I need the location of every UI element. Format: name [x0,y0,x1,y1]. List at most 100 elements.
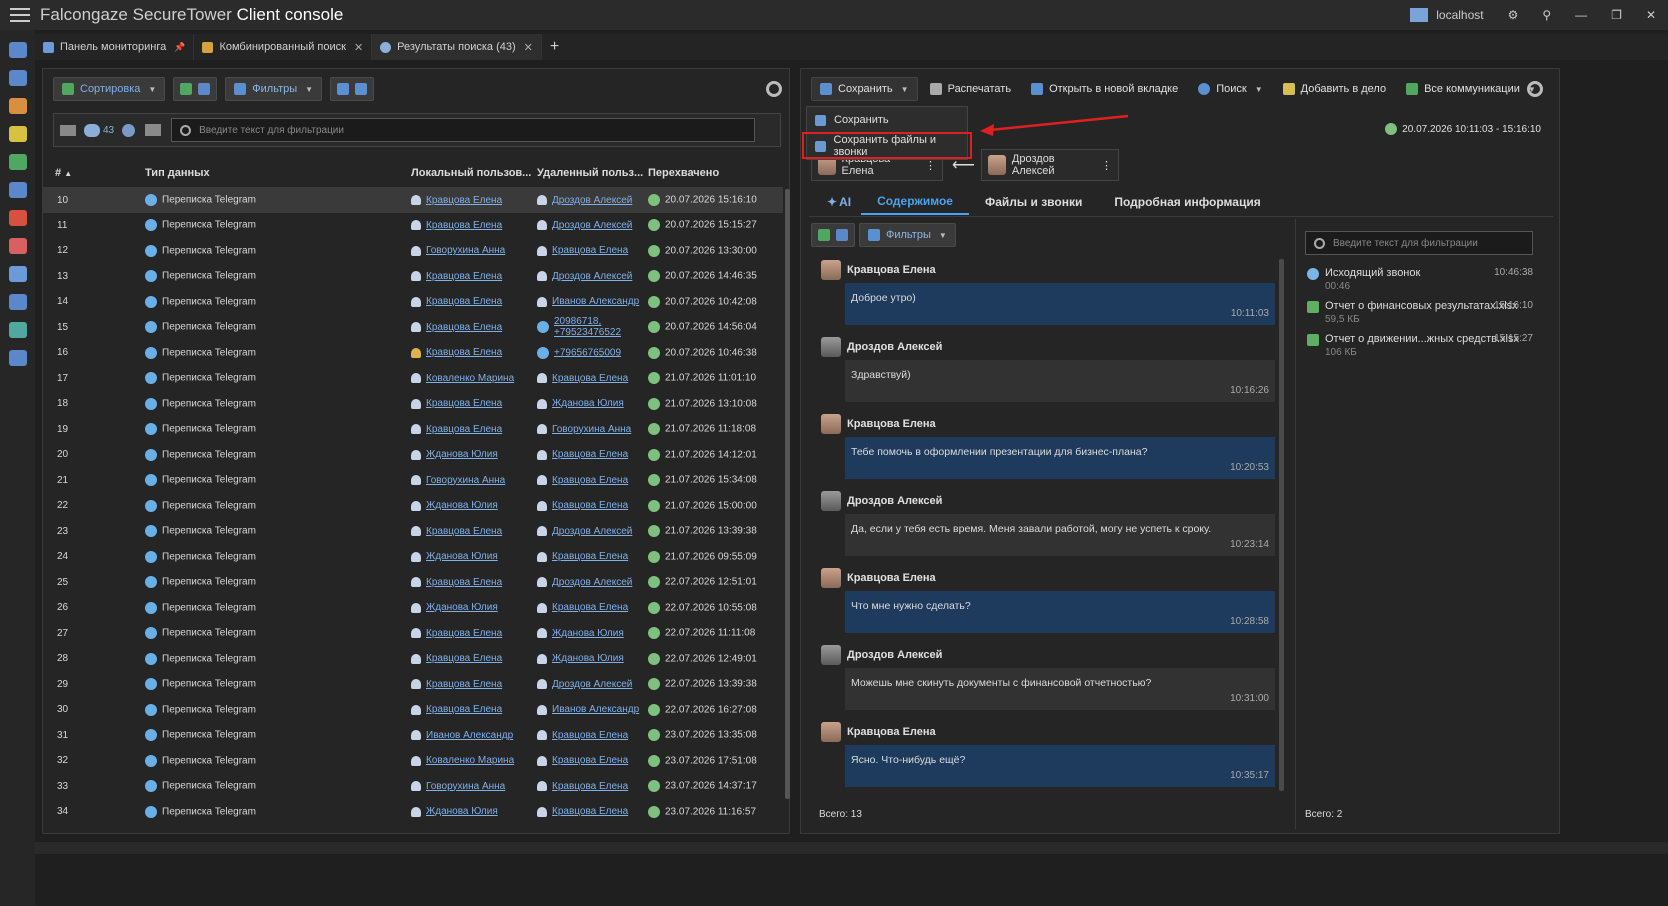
table-row[interactable]: 18 Переписка Telegram Кравцова Елена Жданов… [43,391,783,417]
local-user-link[interactable]: Говорухина Анна [426,781,505,792]
pin-icon[interactable]: ⚲ [1530,8,1563,22]
table-row[interactable]: 23 Переписка Telegram Кравцова Елена Дроздо… [43,519,783,545]
col-data-type[interactable]: Тип данных [145,159,411,188]
local-user-link[interactable]: Жданова Юлия [426,551,498,562]
nav-graph-icon[interactable] [8,294,27,310]
local-user-link[interactable]: Жданова Юлия [426,806,498,817]
table-row[interactable]: 15 Переписка Telegram Кравцова Елена 209867… [43,315,783,341]
email-icon[interactable] [60,124,76,136]
table-row[interactable]: 28 Переписка Telegram Кравцова Елена Жданов… [43,646,783,672]
local-user-link[interactable]: Говорухина Анна [426,475,505,486]
tab-details[interactable]: Подробная информация [1098,189,1276,215]
table-row[interactable]: 34 Переписка Telegram Жданова Юлия Кравцова… [43,799,783,825]
table-row[interactable]: 19 Переписка Telegram Кравцова Елена Говору… [43,417,783,443]
local-user-link[interactable]: Жданова Юлия [426,500,498,511]
remote-user-link[interactable]: Кравцова Елена [552,602,628,613]
table-row[interactable]: 24 Переписка Telegram Жданова Юлия Кравцова… [43,544,783,570]
table-row[interactable]: 31 Переписка Telegram Иванов Александр Крав… [43,723,783,749]
table-row[interactable]: 27 Переписка Telegram Кравцова Елена Жданов… [43,621,783,647]
table-row[interactable]: 33 Переписка Telegram Говорухина Анна Кравц… [43,774,783,800]
card-view-icon[interactable] [355,83,368,95]
gear-icon[interactable] [1527,81,1543,97]
chat-icon[interactable] [84,123,100,137]
filters-button[interactable]: Фильтры ▼ [225,77,323,101]
col-remote-user[interactable]: Удаленный польз... [537,159,648,188]
message-bubble[interactable]: Да, если у тебя есть время. Меня завали … [845,514,1275,556]
remote-user-link[interactable]: Дроздов Алексей [552,577,632,588]
devices-icon[interactable] [145,124,162,136]
table-row[interactable]: 25 Переписка Telegram Кравцова Елена Дроздо… [43,570,783,596]
menu-icon[interactable] [0,0,40,30]
local-user-link[interactable]: Кравцова Елена [426,195,502,206]
tab-files-calls[interactable]: Файлы и звонки [969,189,1098,215]
results-scrollbar[interactable] [785,189,790,799]
nav-screen-icon[interactable] [8,350,27,366]
content-filters-button[interactable]: Фильтры ▼ [859,223,956,247]
remote-user-link[interactable]: Кравцова Елена [552,500,628,511]
col-number[interactable]: # ▲ [43,159,145,188]
local-user-link[interactable]: Кравцова Елена [426,704,502,715]
table-row[interactable]: 13 Переписка Telegram Кравцова Елена Дроздо… [43,264,783,290]
tab-dashboard[interactable]: Панель мониторинга 📌 [35,34,195,60]
tab-content[interactable]: Содержимое [861,189,969,215]
remote-user-link[interactable]: Жданова Юлия [552,628,624,639]
sort-asc-icon[interactable] [818,229,830,241]
search-dropdown-button[interactable]: Поиск ▼ [1190,77,1270,101]
remote-user-link[interactable]: Говорухина Анна [552,424,631,435]
all-communications-button[interactable]: Все коммуникации ▼ [1398,77,1544,101]
tab-combined-search[interactable]: Комбинированный поиск ✕ [194,34,373,60]
table-row[interactable]: 21 Переписка Telegram Говорухина Анна Кравц… [43,468,783,494]
filter-search-input[interactable]: Введите текст для фильтрации [171,118,756,142]
remote-user-link[interactable]: Кравцова Елена [552,781,628,792]
remote-user-link[interactable]: Кравцова Елена [552,730,628,741]
remote-user-link[interactable]: Дроздов Алексей [552,220,632,231]
nav-archive-icon[interactable] [8,266,27,282]
sort-asc-icon[interactable] [180,83,193,95]
settings-icon[interactable]: ⚙ [1496,8,1531,22]
nav-users-icon[interactable] [8,126,27,142]
call-item[interactable]: Исходящий звонок 00:46 10:46:38 [1307,267,1533,292]
remote-user-link[interactable]: Жданова Юлия [552,653,624,664]
remote-user-link[interactable]: Кравцова Елена [552,449,628,460]
remote-user-link[interactable]: Кравцова Елена [552,755,628,766]
close-tab-icon[interactable]: ✕ [354,41,363,54]
nav-reports-icon[interactable] [8,154,27,170]
table-row[interactable]: 20 Переписка Telegram Жданова Юлия Кравцова… [43,442,783,468]
table-row[interactable]: 29 Переписка Telegram Кравцова Елена Дроздо… [43,672,783,698]
minimize-button[interactable]: — [1563,8,1599,22]
table-row[interactable]: 12 Переписка Telegram Говорухина Анна Кравц… [43,238,783,264]
remote-user-link[interactable]: Иванов Александр [552,704,639,715]
nav-monitor-icon[interactable] [8,182,27,198]
nav-incidents-icon[interactable] [8,210,27,226]
local-user-link[interactable]: Кравцова Елена [426,526,502,537]
message-bubble[interactable]: Ясно. Что-нибудь ещё? 10:35:17 [845,745,1275,787]
remote-user-link[interactable]: Кравцова Елена [552,551,628,562]
message-bubble[interactable]: Тебе помочь в оформлении презентации для… [845,437,1275,479]
message-bubble[interactable]: Можешь мне скинуть документы с финансово… [845,668,1275,710]
pin-icon[interactable]: 📌 [174,42,185,53]
nav-analytics-icon[interactable] [8,98,27,114]
file-item[interactable]: Отчет о движении...жных средств.xlsx 106 … [1307,333,1533,358]
local-user-link[interactable]: Кравцова Елена [426,296,502,307]
remote-user-link[interactable]: Дроздов Алексей [552,271,632,282]
remote-user-link[interactable]: +79656765009 [554,347,621,358]
remote-user-link[interactable]: 20986718, +79523476522 [554,316,624,338]
table-row[interactable]: 26 Переписка Telegram Жданова Юлия Кравцова… [43,595,783,621]
gear-icon[interactable] [766,81,782,97]
local-user-link[interactable]: Иванов Александр [426,730,513,741]
remote-user-link[interactable]: Кравцова Елена [552,245,628,256]
sort-button[interactable]: Сортировка ▼ [53,77,166,101]
nav-search-icon[interactable] [8,70,27,86]
remote-user-link[interactable]: Кравцова Елена [552,373,628,384]
local-user-link[interactable]: Кравцова Елена [426,679,502,690]
remote-user-link[interactable]: Дроздов Алексей [552,526,632,537]
remote-user-link[interactable]: Кравцова Елена [552,806,628,817]
table-row[interactable]: 14 Переписка Telegram Кравцова Елена Иванов… [43,289,783,315]
message-bubble[interactable]: Что мне нужно сделать? 10:28:58 [845,591,1275,633]
local-user-link[interactable]: Кравцова Елена [426,271,502,282]
table-row[interactable]: 11 Переписка Telegram Кравцова Елена Дроздо… [43,213,783,239]
add-to-case-button[interactable]: Добавить в дело [1275,77,1394,101]
sort-order-buttons[interactable] [173,77,218,101]
table-row[interactable]: 32 Переписка Telegram Коваленко Марина Крав… [43,748,783,774]
message-bubble[interactable]: Здравствуй) 10:16:26 [845,360,1275,402]
